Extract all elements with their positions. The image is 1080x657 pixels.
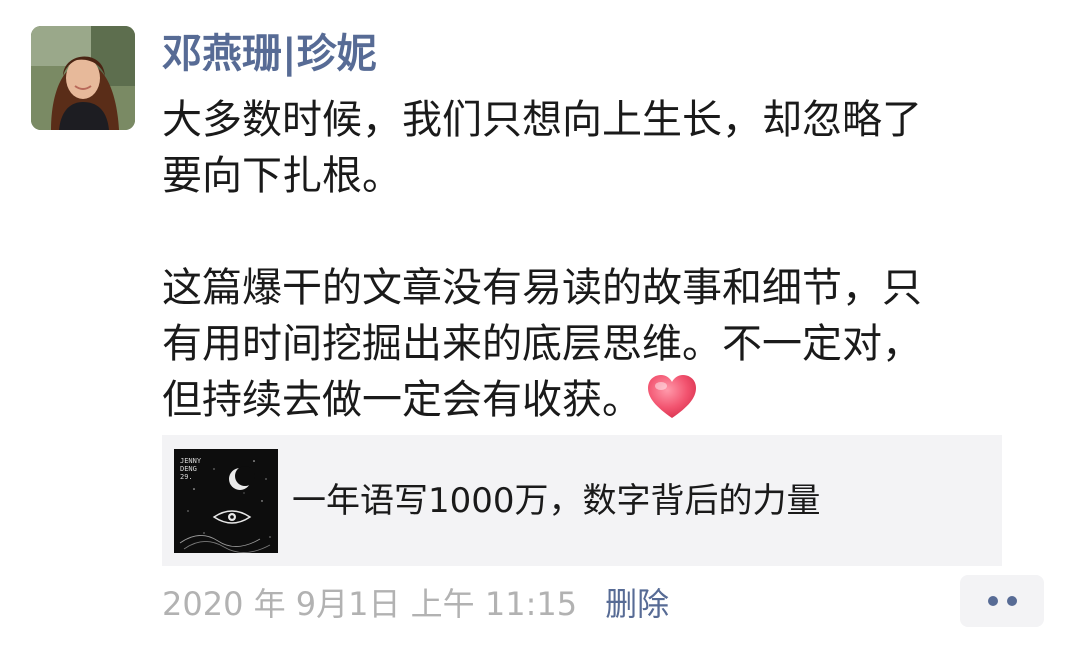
post-meta: 2020 年 9月1日 上午 11:15 删除	[162, 580, 669, 624]
avatar[interactable]	[31, 26, 135, 130]
more-dot-icon	[1006, 596, 1017, 606]
avatar-photo	[31, 26, 135, 130]
author-name[interactable]: 邓燕珊|珍妮	[162, 28, 377, 80]
post-paragraph: 这篇爆干的文章没有易读的故事和细节，只 有用时间挖掘出来的底层思维。不一定对， …	[162, 260, 1032, 436]
article-thumbnail: JENNY DENG 29.	[174, 448, 278, 553]
article-title[interactable]: 一年语写1000万，数字背后的力量	[292, 481, 821, 521]
post-paragraph-text: 这篇爆干的文章没有易读的故事和细节，只 有用时间挖掘出来的底层思维。不一定对， …	[162, 265, 922, 423]
heart-icon	[646, 373, 698, 436]
post-timestamp: 2020 年 9月1日 上午 11:15	[162, 585, 578, 623]
thumbnail-caption: JENNY DENG 29.	[180, 456, 202, 481]
shared-article-card[interactable]: JENNY DENG 29. 一年语写1000万，数字背后的力量	[162, 435, 1002, 566]
post-paragraph: 大多数时候，我们只想向上生长，却忽略了 要向下扎根。	[162, 97, 922, 199]
more-dot-icon	[987, 596, 998, 606]
post-text: 大多数时候，我们只想向上生长，却忽略了 要向下扎根。 这篇爆干的文章没有易读的故…	[162, 92, 1032, 436]
delete-button[interactable]: 删除	[605, 579, 669, 625]
more-options-button[interactable]	[960, 575, 1044, 627]
